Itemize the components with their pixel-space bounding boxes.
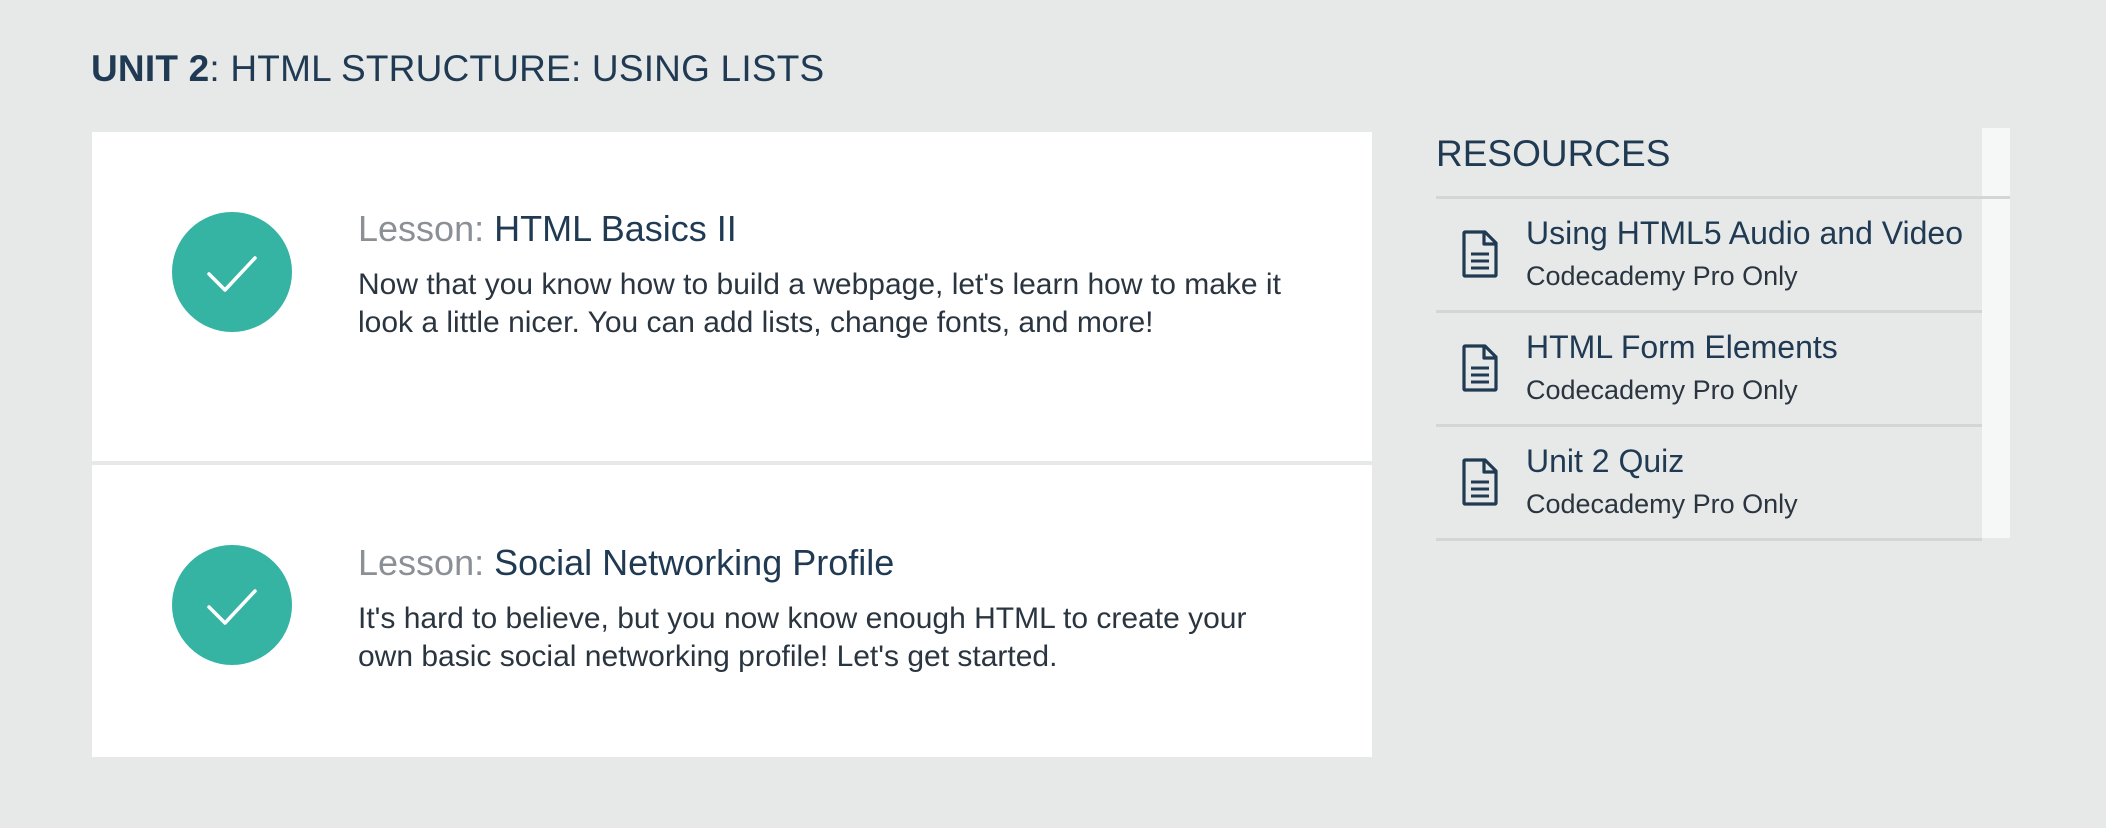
resource-item[interactable]: Unit 2 Quiz Codecademy Pro Only (1436, 427, 1982, 541)
resource-title-link[interactable]: Unit 2 Quiz (1526, 441, 1684, 481)
lesson-heading: Lesson: Social Networking Profile (358, 540, 1288, 586)
lesson-description: It's hard to believe, but you now know e… (358, 602, 1247, 673)
lesson-prefix: Lesson: (358, 542, 495, 583)
completed-check-icon (172, 545, 292, 665)
unit-title: UNIT 2: HTML STRUCTURE: USING LISTS (91, 48, 824, 90)
document-icon (1462, 344, 1498, 392)
resource-title-link[interactable]: HTML Form Elements (1526, 327, 1838, 367)
resource-access-note: Codecademy Pro Only (1526, 261, 1798, 291)
lesson-card[interactable]: Lesson: Social Networking Profile It's h… (92, 465, 1372, 757)
document-icon (1462, 230, 1498, 278)
resource-item[interactable]: Using HTML5 Audio and Video Codecademy P… (1436, 199, 1982, 313)
resources-panel: RESOURCES Using HTML5 Audio and Video Co… (1436, 128, 2010, 541)
lesson-prefix: Lesson: (358, 208, 495, 249)
completed-check-icon (172, 212, 292, 332)
resource-access-note: Codecademy Pro Only (1526, 375, 1798, 405)
resources-title: RESOURCES (1436, 128, 2010, 199)
lesson-heading: Lesson: HTML Basics II (358, 206, 1288, 252)
lesson-title-link[interactable]: Social Networking Profile (494, 542, 894, 583)
unit-label: UNIT 2 (91, 48, 210, 89)
lesson-description: Now that you know how to build a webpage… (358, 268, 1281, 339)
lesson-content: Lesson: HTML Basics II Now that you know… (358, 206, 1288, 342)
resource-access-note: Codecademy Pro Only (1526, 489, 1798, 519)
resource-item[interactable]: HTML Form Elements Codecademy Pro Only (1436, 313, 1982, 427)
resource-title-link[interactable]: Using HTML5 Audio and Video (1526, 213, 1963, 253)
lesson-title-link[interactable]: HTML Basics II (494, 208, 737, 249)
lesson-card[interactable]: Lesson: HTML Basics II Now that you know… (92, 132, 1372, 461)
lesson-content: Lesson: Social Networking Profile It's h… (358, 540, 1288, 676)
unit-name: : HTML STRUCTURE: USING LISTS (209, 48, 825, 89)
lesson-list: Lesson: HTML Basics II Now that you know… (92, 132, 1372, 757)
document-icon (1462, 458, 1498, 506)
